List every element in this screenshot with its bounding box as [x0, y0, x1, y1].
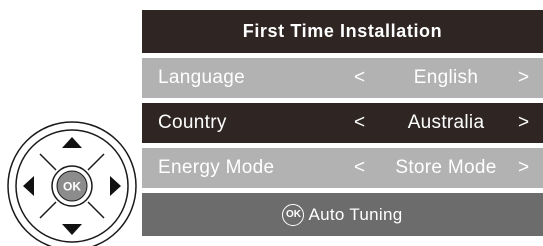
- country-prev-arrow-icon[interactable]: <: [354, 112, 365, 134]
- language-next-arrow-icon[interactable]: >: [518, 67, 529, 89]
- country-next-arrow-icon[interactable]: >: [518, 112, 529, 134]
- country-label: Country: [158, 112, 227, 133]
- country-setting-row[interactable]: Country < Australia >: [142, 103, 543, 143]
- country-value: Australia: [407, 112, 485, 133]
- menu-title: First Time Installation: [142, 10, 543, 53]
- remote-dpad: OK: [7, 121, 137, 246]
- energy-mode-value: Store Mode: [395, 157, 497, 178]
- language-value: English: [413, 67, 479, 88]
- language-label: Language: [158, 67, 245, 88]
- language-setting-row[interactable]: Language < English >: [142, 58, 543, 98]
- dpad-ok-button[interactable]: OK: [51, 165, 93, 207]
- first-time-installation-menu: First Time Installation Language < Engli…: [142, 10, 543, 236]
- energy-mode-prev-arrow-icon[interactable]: <: [354, 157, 365, 179]
- energy-mode-setting-row[interactable]: Energy Mode < Store Mode >: [142, 148, 543, 188]
- auto-tuning-label: Auto Tuning: [308, 204, 403, 224]
- dpad-ok-label: OK: [63, 180, 81, 194]
- language-prev-arrow-icon[interactable]: <: [354, 67, 365, 89]
- energy-mode-next-arrow-icon[interactable]: >: [518, 157, 529, 179]
- energy-mode-label: Energy Mode: [158, 157, 275, 178]
- auto-tuning-button[interactable]: OK Auto Tuning: [142, 193, 543, 236]
- ok-button-icon: OK: [282, 203, 305, 226]
